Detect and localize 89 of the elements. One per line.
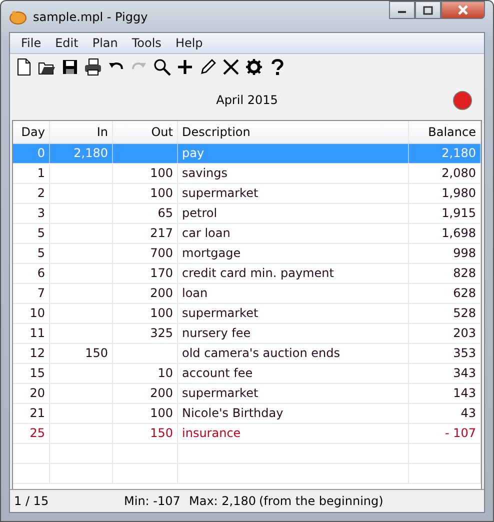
table-cell: supermarket bbox=[178, 184, 409, 203]
menu-item[interactable]: Help bbox=[168, 33, 210, 53]
table-cell: 170 bbox=[113, 264, 178, 283]
column-header[interactable]: Out bbox=[113, 121, 178, 143]
table-cell: savings bbox=[178, 164, 409, 183]
table-cell: 5 bbox=[13, 244, 50, 263]
table-cell: 25 bbox=[13, 424, 50, 443]
table-cell: mortgage bbox=[178, 244, 409, 263]
piggy-bank-icon bbox=[9, 8, 27, 24]
table-cell: insurance bbox=[178, 424, 409, 443]
status-text: Max: 2,180 bbox=[189, 494, 258, 508]
minimize-button[interactable] bbox=[389, 1, 415, 19]
table-cell: 15 bbox=[13, 364, 50, 383]
table-cell: 21 bbox=[13, 404, 50, 423]
table-cell: 6 bbox=[13, 264, 50, 283]
table-cell: credit card min. payment bbox=[178, 264, 409, 283]
table-cell: 200 bbox=[113, 384, 178, 403]
table-cell: 100 bbox=[113, 184, 178, 203]
window-title: sample.mpl - Piggy bbox=[33, 10, 149, 24]
column-header[interactable]: Description bbox=[178, 121, 409, 143]
table-cell: loan bbox=[178, 284, 409, 303]
table-cell: 43 bbox=[409, 404, 481, 423]
month-label: April 2015 bbox=[216, 93, 278, 107]
table-cell: account fee bbox=[178, 364, 409, 383]
table-cell: 1,698 bbox=[409, 224, 481, 243]
table-cell: supermarket bbox=[178, 384, 409, 403]
table-cell: 11 bbox=[13, 324, 50, 343]
status-text: Min: -107 bbox=[124, 494, 182, 508]
maximize-icon bbox=[423, 6, 433, 14]
table-cell: 5 bbox=[13, 224, 50, 243]
table-cell: nursery fee bbox=[178, 324, 409, 343]
table-cell: 217 bbox=[113, 224, 178, 243]
printer-icon[interactable] bbox=[84, 58, 102, 76]
close-button[interactable] bbox=[441, 1, 485, 19]
table-cell: 1 bbox=[13, 164, 50, 183]
table-cell: 10 bbox=[113, 364, 178, 383]
table-cell: 7 bbox=[13, 284, 50, 303]
table-cell: 2 bbox=[13, 184, 50, 203]
table-cell: 325 bbox=[113, 324, 178, 343]
new-document-icon[interactable] bbox=[15, 58, 33, 76]
status-text: 1 / 15 bbox=[14, 494, 50, 508]
column-header[interactable]: Balance bbox=[409, 121, 481, 143]
table-cell: 2,180 bbox=[409, 144, 481, 163]
gear-icon[interactable] bbox=[245, 58, 263, 76]
table-cell: 1,915 bbox=[409, 204, 481, 223]
table-cell: - 107 bbox=[409, 424, 481, 443]
cross-icon[interactable] bbox=[222, 58, 240, 76]
table-cell: 528 bbox=[409, 304, 481, 323]
table-cell: 2,080 bbox=[409, 164, 481, 183]
table-cell: 700 bbox=[113, 244, 178, 263]
table-cell: 150 bbox=[50, 344, 113, 363]
maximize-button[interactable] bbox=[415, 1, 441, 19]
menu-item[interactable]: Tools bbox=[124, 33, 168, 53]
menu-item[interactable]: Plan bbox=[85, 33, 125, 53]
table-cell: pay bbox=[178, 144, 409, 163]
table-cell: 3 bbox=[13, 204, 50, 223]
table-cell: 200 bbox=[113, 284, 178, 303]
table-cell: car loan bbox=[178, 224, 409, 243]
table-cell: 0 bbox=[13, 144, 50, 163]
table-cell: 10 bbox=[13, 304, 50, 323]
table-cell: 998 bbox=[409, 244, 481, 263]
close-icon bbox=[457, 5, 469, 15]
table-cell: supermarket bbox=[178, 304, 409, 323]
table-cell: 65 bbox=[113, 204, 178, 223]
table-cell: 343 bbox=[409, 364, 481, 383]
table-cell: 100 bbox=[113, 404, 178, 423]
table-cell: petrol bbox=[178, 204, 409, 223]
pencil-icon[interactable] bbox=[199, 58, 217, 76]
table-cell: 100 bbox=[113, 304, 178, 323]
table-cell: 150 bbox=[113, 424, 178, 443]
table-cell: 20 bbox=[13, 384, 50, 403]
table-cell: 2,180 bbox=[50, 144, 113, 163]
table-cell: 828 bbox=[409, 264, 481, 283]
table-cell: 143 bbox=[409, 384, 481, 403]
table-cell: old camera's auction ends bbox=[178, 344, 409, 363]
menu-item[interactable]: Edit bbox=[48, 33, 86, 53]
status-text: (from the beginning) bbox=[259, 494, 384, 508]
column-header[interactable]: Day bbox=[13, 121, 50, 143]
table-cell: 12 bbox=[13, 344, 50, 363]
search-icon[interactable] bbox=[153, 58, 171, 76]
table-cell: Nicole's Birthday bbox=[178, 404, 409, 423]
plus-icon[interactable] bbox=[176, 58, 194, 76]
menu-item[interactable]: File bbox=[14, 33, 48, 53]
table-cell: 100 bbox=[113, 164, 178, 183]
table-cell: 1,980 bbox=[409, 184, 481, 203]
column-header[interactable]: In bbox=[50, 121, 113, 143]
table-cell: 628 bbox=[409, 284, 481, 303]
table-cell: 203 bbox=[409, 324, 481, 343]
table-cell: 353 bbox=[409, 344, 481, 363]
